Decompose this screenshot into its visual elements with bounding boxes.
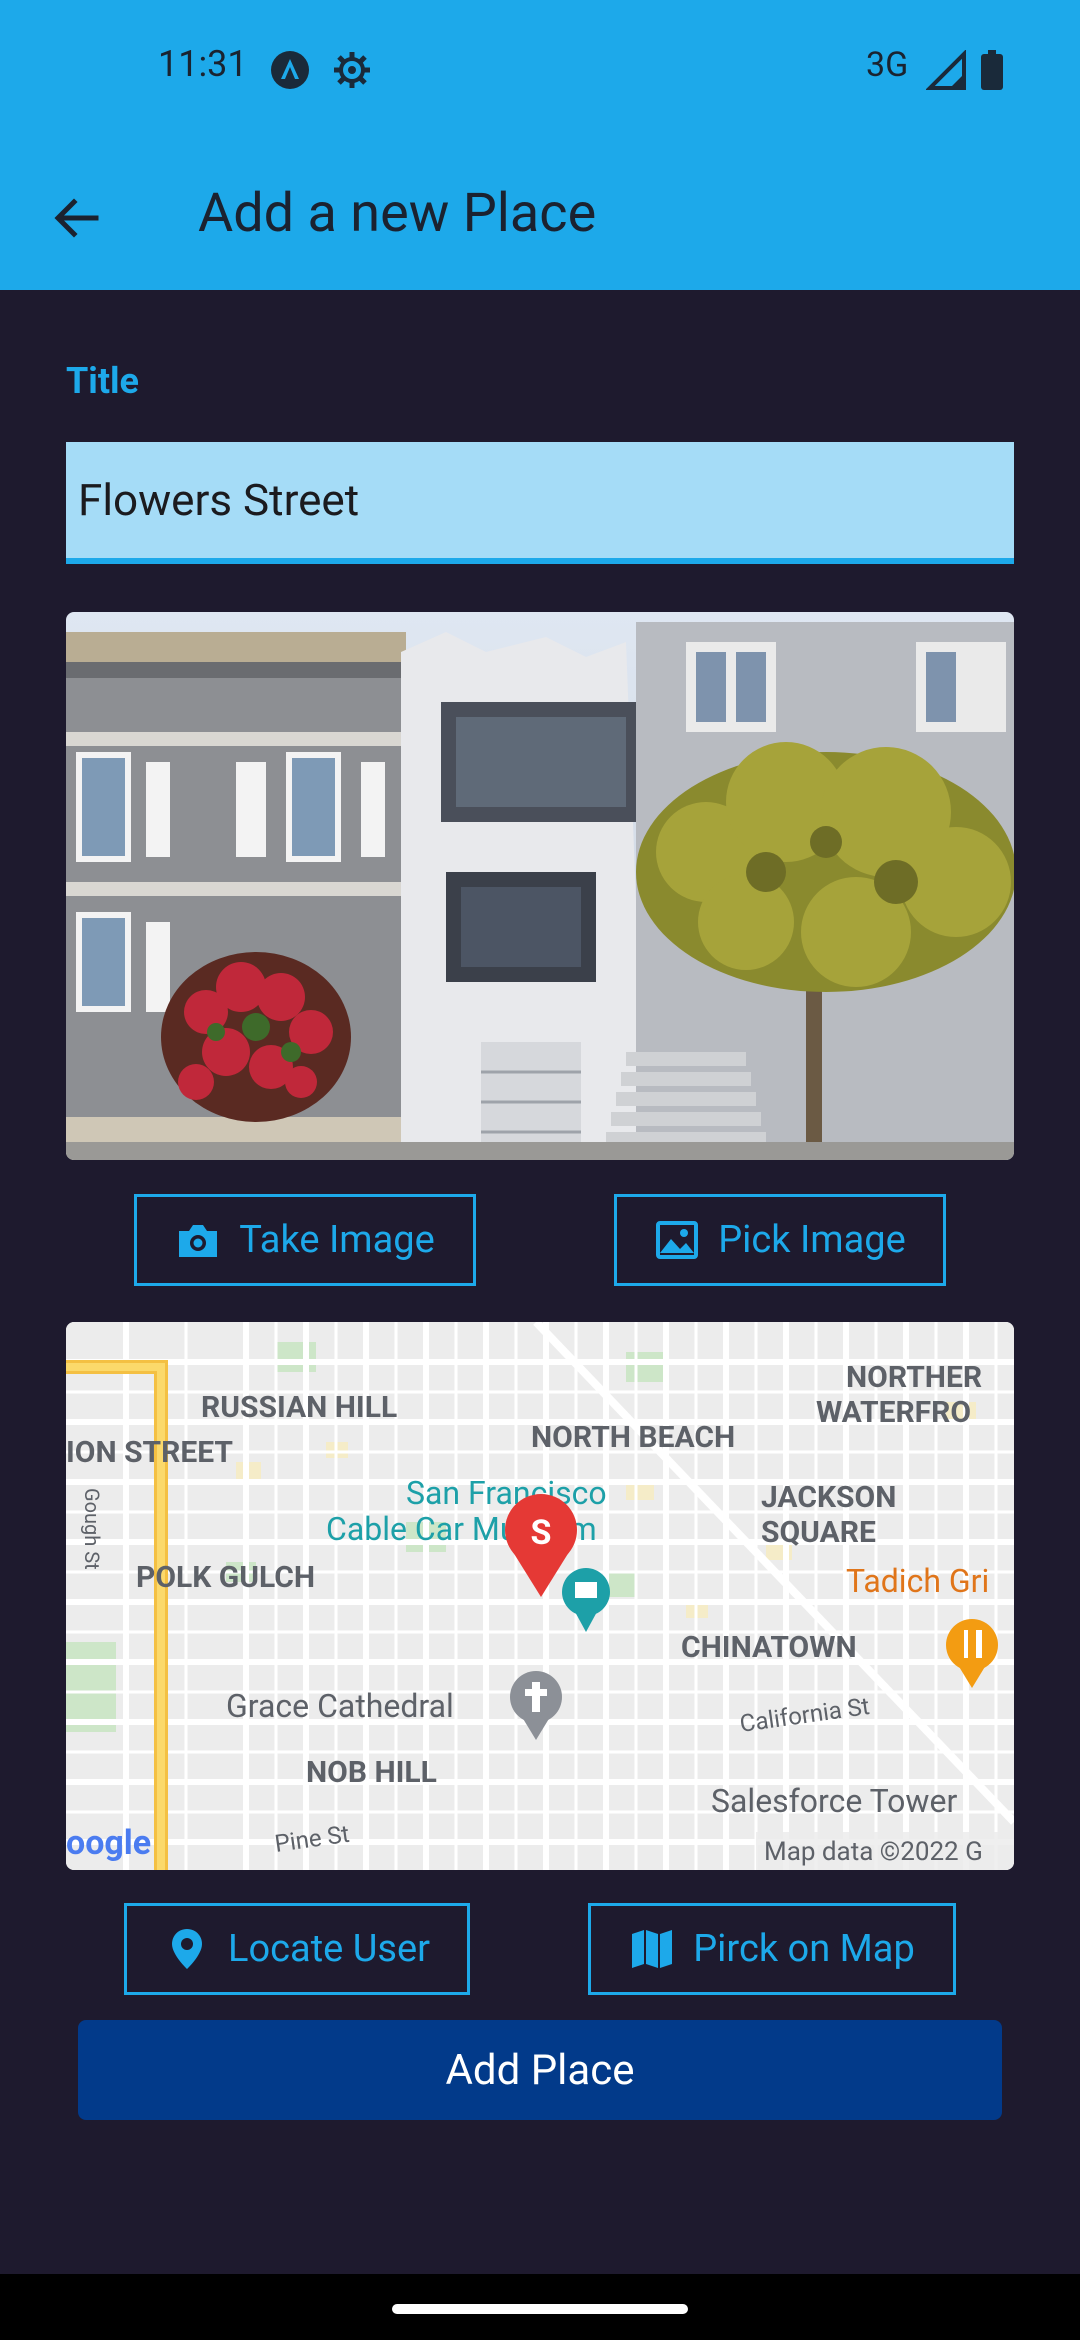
app-bar: Add a new Place xyxy=(0,142,1080,290)
map-label-union-street: ION STREET xyxy=(66,1435,233,1470)
map-attribution: Map data ©2022 G xyxy=(764,1837,983,1867)
map-label-nob-hill: NOB HILL xyxy=(306,1755,437,1790)
place-image xyxy=(66,612,1014,1160)
map-label-tadich: Tadich Gri xyxy=(846,1562,989,1600)
map-label-sf: San Francisco xyxy=(406,1474,607,1512)
map-label-polk-gulch: POLK GULCH xyxy=(136,1560,315,1595)
take-image-button[interactable]: Take Image xyxy=(134,1194,476,1286)
house-photo xyxy=(66,612,1014,1160)
map-label-northern-waterfront-2: WATERFRO xyxy=(816,1395,971,1430)
status-time: 11:31 xyxy=(158,43,248,85)
map-label-northern-waterfront: NORTHER xyxy=(846,1360,982,1395)
arrow-back-icon[interactable] xyxy=(46,188,106,248)
home-gesture-handle[interactable] xyxy=(392,2304,688,2314)
map-label-russian-hill: RUSSIAN HILL xyxy=(201,1390,397,1425)
map-label-chinatown: CHINATOWN xyxy=(681,1630,857,1665)
pick-image-button[interactable]: Pick Image xyxy=(614,1194,946,1286)
signal-icon xyxy=(926,50,966,90)
map-label-salesforce: Salesforce Tower xyxy=(711,1782,957,1820)
page-title: Add a new Place xyxy=(198,182,597,245)
pick-on-map-button[interactable]: Pirck on Map xyxy=(588,1903,956,1995)
battery-icon xyxy=(981,50,1003,90)
locate-user-button[interactable]: Locate User xyxy=(124,1903,470,1995)
image-icon xyxy=(656,1221,699,1259)
title-field-label: Title xyxy=(66,360,139,402)
google-logo: oogle xyxy=(66,1823,151,1863)
map-label-gough: Gough St xyxy=(80,1488,104,1570)
take-image-label: Take Image xyxy=(239,1218,435,1262)
navigation-bar xyxy=(0,2274,1080,2340)
camera-icon xyxy=(179,1225,218,1257)
map-canvas: RUSSIAN HILL NORTH BEACH NORTHER WATERFR… xyxy=(66,1322,1014,1870)
map-label-grace: Grace Cathedral xyxy=(226,1687,454,1725)
locate-user-label: Locate User xyxy=(228,1927,430,1971)
map-label-north-beach: NORTH BEACH xyxy=(531,1420,735,1455)
map-label-square: SQUARE xyxy=(761,1515,876,1550)
pick-on-map-label: Pirck on Map xyxy=(693,1927,915,1971)
react-native-icon xyxy=(271,51,309,89)
map-label-jackson: JACKSON xyxy=(761,1480,896,1515)
title-input[interactable] xyxy=(66,442,1014,564)
marker-label: S xyxy=(531,1513,552,1553)
status-bar: 11:31 3G xyxy=(0,0,1080,142)
add-place-button[interactable]: Add Place xyxy=(78,2020,1002,2120)
network-type: 3G xyxy=(866,45,909,85)
settings-gear-icon xyxy=(334,52,370,88)
pick-image-label: Pick Image xyxy=(718,1218,906,1262)
map-preview: RUSSIAN HILL NORTH BEACH NORTHER WATERFR… xyxy=(66,1322,1014,1870)
map-icon xyxy=(632,1930,673,1968)
location-pin-icon xyxy=(172,1929,202,1969)
